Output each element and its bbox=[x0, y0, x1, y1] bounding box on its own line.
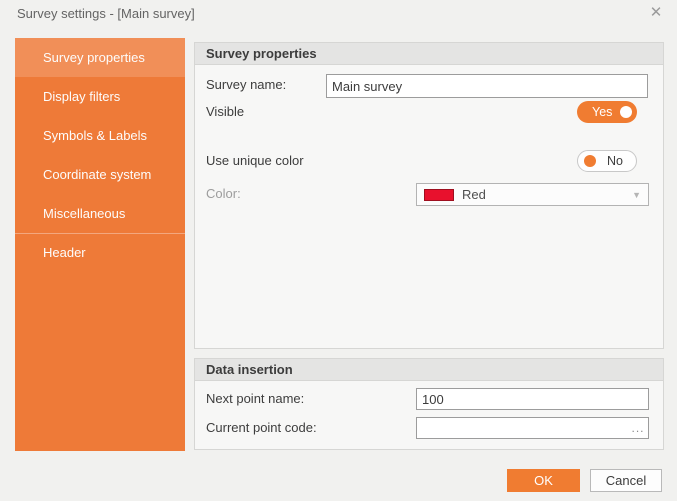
survey-properties-group: Survey properties Survey name: Visible Y… bbox=[194, 42, 664, 349]
visible-label: Visible bbox=[206, 101, 244, 123]
close-icon[interactable]: ✕ bbox=[645, 2, 667, 24]
color-label: Color: bbox=[206, 183, 241, 205]
cancel-button[interactable]: Cancel bbox=[590, 469, 662, 492]
browse-ellipsis-button[interactable]: ... bbox=[628, 418, 648, 438]
use-unique-color-label: Use unique color bbox=[206, 150, 304, 172]
use-unique-color-toggle[interactable]: No bbox=[577, 150, 637, 172]
chevron-down-icon: ▼ bbox=[632, 190, 641, 200]
survey-properties-group-title: Survey properties bbox=[195, 43, 663, 65]
survey-name-label: Survey name: bbox=[206, 74, 286, 96]
toggle-knob-icon bbox=[620, 106, 632, 118]
sidebar-item-coordinate-system[interactable]: Coordinate system bbox=[15, 155, 185, 194]
next-point-name-input[interactable] bbox=[416, 388, 649, 410]
toggle-knob-icon bbox=[584, 155, 596, 167]
visible-toggle[interactable]: Yes bbox=[577, 101, 637, 123]
current-point-code-field: ... bbox=[416, 417, 649, 439]
color-dropdown[interactable]: Red ▼ bbox=[416, 183, 649, 206]
sidebar-item-header[interactable]: Header bbox=[15, 233, 185, 271]
ok-button[interactable]: OK bbox=[507, 469, 580, 492]
color-swatch-icon bbox=[424, 189, 454, 201]
use-unique-color-toggle-label: No bbox=[607, 151, 623, 171]
data-insertion-group: Data insertion Next point name: Current … bbox=[194, 358, 664, 450]
sidebar-item-miscellaneous[interactable]: Miscellaneous bbox=[15, 194, 185, 233]
settings-sidebar: Survey properties Display filters Symbol… bbox=[15, 38, 185, 451]
next-point-name-label: Next point name: bbox=[206, 388, 304, 410]
current-point-code-label: Current point code: bbox=[206, 417, 317, 439]
color-dropdown-value: Red bbox=[462, 187, 632, 202]
sidebar-item-survey-properties[interactable]: Survey properties bbox=[15, 38, 185, 77]
window-title: Survey settings - [Main survey] bbox=[17, 6, 195, 21]
data-insertion-group-title: Data insertion bbox=[195, 359, 663, 381]
survey-name-input[interactable] bbox=[326, 74, 648, 98]
current-point-code-input[interactable] bbox=[417, 418, 628, 438]
sidebar-item-display-filters[interactable]: Display filters bbox=[15, 77, 185, 116]
visible-toggle-label: Yes bbox=[592, 101, 612, 123]
sidebar-item-symbols-labels[interactable]: Symbols & Labels bbox=[15, 116, 185, 155]
